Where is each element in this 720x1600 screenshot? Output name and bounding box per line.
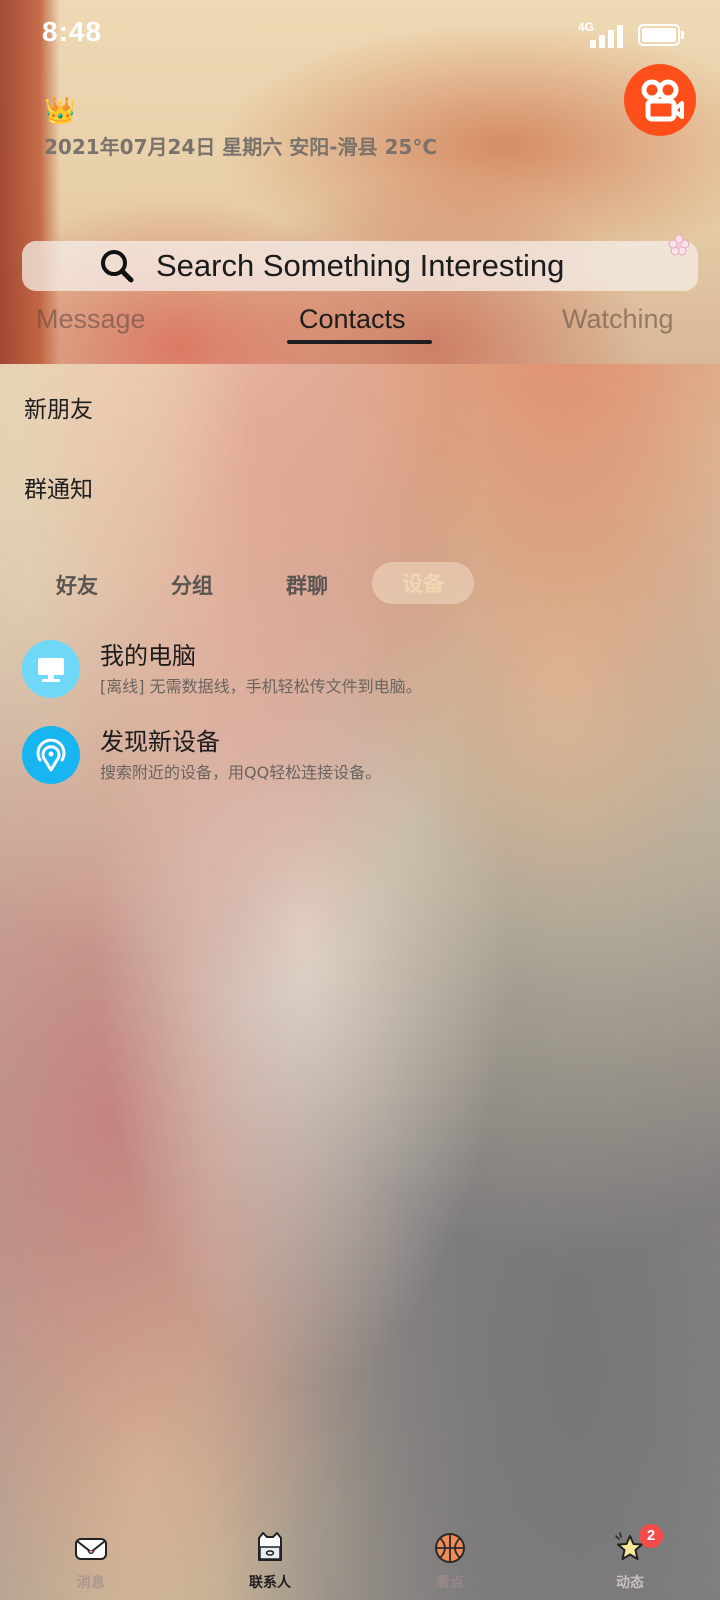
nav-label: 联系人 bbox=[249, 1575, 291, 1591]
segment-groups[interactable]: 分组 bbox=[171, 570, 213, 600]
header-banner: 8:48 4G 👑 2021年07月24日 星期六 安阳-滑县 25°C Sea… bbox=[0, 0, 720, 364]
signal-icon: 4G bbox=[578, 20, 628, 48]
top-tab-bar: Message Contacts Watching bbox=[0, 296, 720, 356]
tab-watching[interactable]: Watching bbox=[562, 304, 674, 335]
device-item-discover[interactable]: 发现新设备 搜索附近的设备，用QQ轻松连接设备。 bbox=[22, 722, 702, 788]
contacts-segment-tabs: 好友 分组 群聊 设备 bbox=[0, 560, 720, 610]
tab-message[interactable]: Message bbox=[36, 304, 146, 335]
segment-devices[interactable]: 设备 bbox=[372, 562, 474, 604]
contacts-icon bbox=[258, 1532, 282, 1561]
search-icon bbox=[101, 250, 134, 283]
tab-contacts[interactable]: Contacts bbox=[299, 304, 406, 335]
basketball-icon bbox=[435, 1533, 465, 1563]
computer-icon bbox=[22, 640, 80, 698]
crown-icon[interactable]: 👑 bbox=[44, 96, 76, 126]
date-weather-line: 2021年07月24日 星期六 安阳-滑县 25°C bbox=[44, 135, 438, 159]
bottom-nav-bar: 消息 联系人 看点 动态 bbox=[0, 1524, 720, 1600]
search-bar[interactable]: Search Something Interesting bbox=[22, 241, 698, 291]
nav-moments[interactable]: 动态 bbox=[570, 1524, 690, 1600]
new-friends-item[interactable]: 新朋友 bbox=[24, 390, 93, 424]
segment-group-chats[interactable]: 群聊 bbox=[286, 570, 328, 600]
active-tab-indicator bbox=[287, 340, 432, 344]
nav-messages[interactable]: 消息 bbox=[31, 1524, 151, 1600]
battery-icon bbox=[638, 24, 684, 46]
group-notice-item[interactable]: 群通知 bbox=[24, 470, 93, 504]
device-title: 发现新设备 bbox=[100, 728, 220, 756]
message-icon bbox=[75, 1538, 107, 1560]
flower-icon[interactable] bbox=[668, 234, 690, 256]
status-bar: 8:48 4G bbox=[0, 0, 720, 70]
nav-watch[interactable]: 看点 bbox=[390, 1524, 510, 1600]
notification-badge: 2 bbox=[639, 1524, 663, 1548]
status-time: 8:48 bbox=[42, 16, 103, 47]
device-item-my-computer[interactable]: 我的电脑 [离线] 无需数据线，手机轻松传文件到电脑。 bbox=[22, 636, 702, 702]
nav-contacts[interactable]: 联系人 bbox=[210, 1524, 330, 1600]
nav-label: 消息 bbox=[77, 1575, 105, 1591]
device-title: 我的电脑 bbox=[100, 642, 196, 670]
search-placeholder: Search Something Interesting bbox=[156, 248, 565, 283]
device-subtitle: [离线] 无需数据线，手机轻松传文件到电脑。 bbox=[100, 677, 422, 696]
kuaishou-icon[interactable] bbox=[624, 64, 696, 136]
radar-icon bbox=[22, 726, 80, 784]
network-type: 4G bbox=[578, 20, 595, 34]
nav-label: 动态 bbox=[616, 1575, 644, 1591]
segment-friends[interactable]: 好友 bbox=[56, 570, 98, 600]
nav-label: 看点 bbox=[436, 1575, 464, 1591]
device-subtitle: 搜索附近的设备，用QQ轻松连接设备。 bbox=[100, 763, 382, 782]
